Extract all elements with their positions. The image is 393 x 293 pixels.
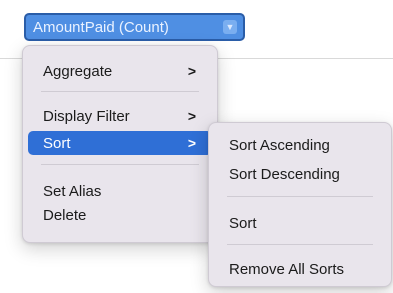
menu-item-display-filter[interactable]: Display Filter > bbox=[28, 104, 212, 128]
context-menu: Aggregate > Display Filter > Sort > Set … bbox=[22, 45, 218, 243]
menu-item-delete[interactable]: Delete bbox=[28, 203, 212, 227]
menu-separator bbox=[227, 244, 373, 245]
menu-item-set-alias[interactable]: Set Alias bbox=[28, 179, 212, 203]
chevron-down-icon[interactable]: ▼ bbox=[223, 20, 237, 34]
field-pill[interactable]: AmountPaid (Count) ▼ bbox=[24, 13, 245, 41]
menu-item-label: Set Alias bbox=[43, 182, 102, 200]
menu-separator bbox=[227, 196, 373, 197]
menu-item-sort-ascending[interactable]: Sort Ascending bbox=[214, 133, 386, 157]
submenu-arrow-icon: > bbox=[187, 135, 196, 151]
menu-item-label: Delete bbox=[43, 206, 87, 224]
menu-item-label: Aggregate bbox=[43, 62, 113, 80]
menu-item-aggregate[interactable]: Aggregate > bbox=[28, 59, 212, 83]
menu-item-label: Sort bbox=[43, 134, 71, 152]
menu-item-label: Sort Descending bbox=[229, 165, 340, 183]
menu-item-label: Sort Ascending bbox=[229, 136, 330, 154]
menu-item-remove-all-sorts[interactable]: Remove All Sorts bbox=[214, 257, 386, 281]
menu-item-sort-descending[interactable]: Sort Descending bbox=[214, 162, 386, 186]
menu-item-label: Sort bbox=[229, 214, 257, 232]
menu-item-sort[interactable]: Sort bbox=[214, 211, 386, 235]
menu-item-sort[interactable]: Sort > bbox=[28, 131, 212, 155]
menu-separator bbox=[41, 91, 199, 92]
menu-separator bbox=[41, 164, 199, 165]
menu-item-label: Display Filter bbox=[43, 107, 130, 125]
sort-submenu: Sort Ascending Sort Descending Sort Remo… bbox=[208, 122, 392, 287]
menu-item-label: Remove All Sorts bbox=[229, 260, 345, 278]
submenu-arrow-icon: > bbox=[187, 63, 196, 79]
field-pill-label: AmountPaid (Count) bbox=[33, 18, 169, 36]
submenu-arrow-icon: > bbox=[187, 108, 196, 124]
